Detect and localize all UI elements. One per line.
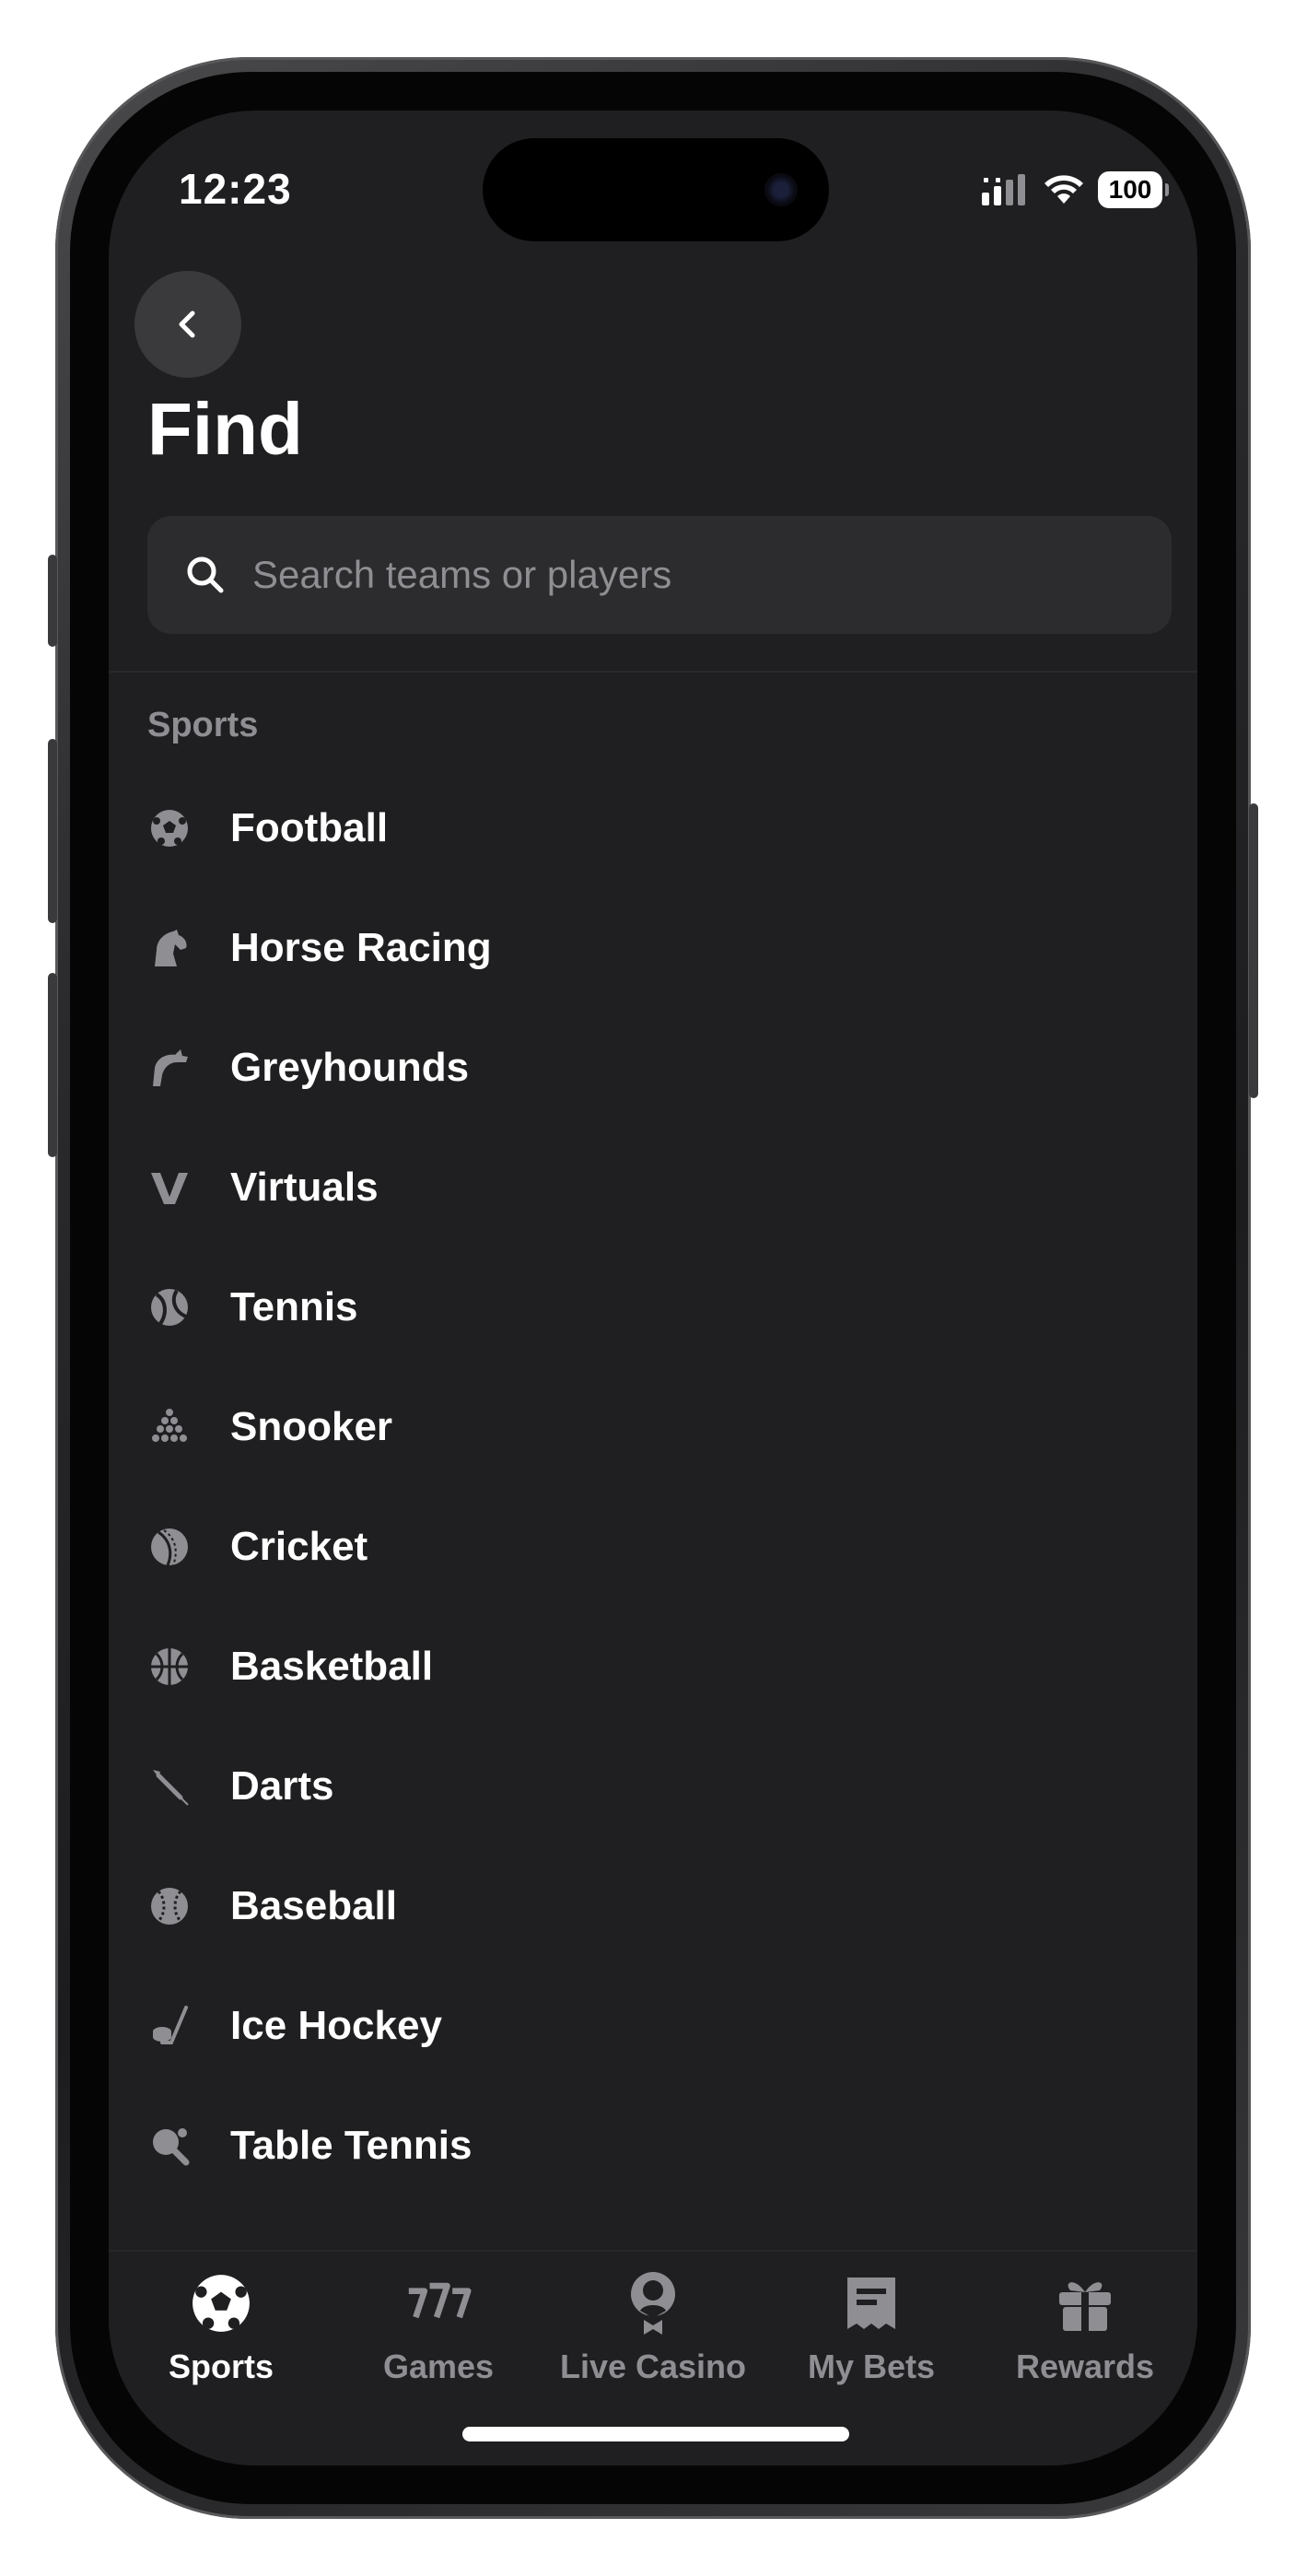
section-label-sports: Sports <box>147 706 259 744</box>
search-icon <box>187 556 224 593</box>
football-icon <box>188 2270 254 2336</box>
table-tennis-icon <box>147 2124 192 2168</box>
battery-indicator: 100 <box>1098 171 1169 208</box>
sport-item-greyhounds[interactable]: Greyhounds <box>109 1008 1197 1128</box>
power-button <box>1249 803 1258 1098</box>
screen: 12:23 100 Find Sport <box>109 111 1197 2465</box>
volume-up-button <box>48 739 57 923</box>
ice-hockey-icon <box>147 2004 192 2048</box>
sport-item-table-tennis[interactable]: Table Tennis <box>109 2086 1197 2206</box>
tab-sports[interactable]: Sports <box>112 2270 330 2418</box>
tab-label: My Bets <box>807 2348 936 2385</box>
sport-item-football[interactable]: Football <box>109 768 1197 888</box>
tab-label: Sports <box>168 2348 274 2385</box>
slots-777-icon <box>405 2270 472 2336</box>
volume-down-button <box>48 973 57 1157</box>
sport-item-snooker[interactable]: Snooker <box>109 1367 1197 1487</box>
sport-label: Horse Racing <box>230 925 492 970</box>
football-icon <box>147 806 192 850</box>
bet-slip-icon <box>838 2270 904 2336</box>
back-button[interactable] <box>134 271 241 378</box>
sport-item-tennis[interactable]: Tennis <box>109 1247 1197 1367</box>
status-icons: 100 <box>982 171 1169 208</box>
sport-item-ice-hockey[interactable]: Ice Hockey <box>109 1966 1197 2086</box>
tennis-ball-icon <box>147 1285 192 1329</box>
sport-item-horse-racing[interactable]: Horse Racing <box>109 888 1197 1008</box>
sport-label: Virtuals <box>230 1165 379 1210</box>
cricket-ball-icon <box>147 1525 192 1569</box>
divider <box>109 671 1197 673</box>
sport-label: Snooker <box>230 1404 393 1449</box>
tab-my-bets[interactable]: My Bets <box>763 2270 980 2418</box>
dart-icon <box>147 1764 192 1809</box>
sport-item-baseball[interactable]: Baseball <box>109 1846 1197 1966</box>
cellular-signal-icon <box>982 174 1025 205</box>
sport-label: Cricket <box>230 1524 368 1569</box>
sport-item-basketball[interactable]: Basketball <box>109 1607 1197 1727</box>
sport-label: Ice Hockey <box>230 2003 442 2048</box>
search-bar[interactable] <box>147 516 1172 634</box>
status-time: 12:23 <box>179 165 292 213</box>
tab-live-casino[interactable]: Live Casino <box>544 2270 762 2418</box>
dynamic-island <box>483 138 829 241</box>
snooker-balls-icon <box>147 1405 192 1449</box>
dealer-icon <box>620 2270 686 2336</box>
sport-label: Table Tennis <box>230 2123 473 2168</box>
sport-label: Darts <box>230 1763 334 1809</box>
virtuals-icon <box>147 1165 192 1210</box>
wifi-icon <box>1044 175 1083 204</box>
sports-list: Football Horse Racing Greyhounds Virtual… <box>109 768 1197 2206</box>
basketball-icon <box>147 1645 192 1689</box>
chevron-left-icon <box>179 310 195 338</box>
sport-item-cricket[interactable]: Cricket <box>109 1487 1197 1607</box>
tab-rewards[interactable]: Rewards <box>976 2270 1194 2418</box>
search-input[interactable] <box>252 553 1118 597</box>
page-title: Find <box>147 388 303 470</box>
sport-item-virtuals[interactable]: Virtuals <box>109 1128 1197 1247</box>
sport-label: Baseball <box>230 1883 397 1928</box>
gift-icon <box>1052 2270 1118 2336</box>
sport-label: Greyhounds <box>230 1045 470 1090</box>
tab-label: Live Casino <box>559 2348 747 2385</box>
home-indicator[interactable] <box>462 2427 849 2441</box>
bottom-tab-bar: Sports Games Live Casino My Bets Rewards <box>109 2250 1197 2465</box>
baseball-icon <box>147 1884 192 1928</box>
action-button <box>48 555 57 647</box>
front-camera <box>764 173 798 206</box>
sport-item-darts[interactable]: Darts <box>109 1727 1197 1846</box>
tab-games[interactable]: Games <box>330 2270 547 2418</box>
tab-label: Rewards <box>1015 2348 1155 2385</box>
sport-label: Basketball <box>230 1644 434 1689</box>
sport-label: Football <box>230 805 389 850</box>
greyhound-icon <box>147 1046 192 1090</box>
sport-label: Tennis <box>230 1284 358 1329</box>
tab-label: Games <box>382 2348 495 2385</box>
horse-icon <box>147 926 192 970</box>
